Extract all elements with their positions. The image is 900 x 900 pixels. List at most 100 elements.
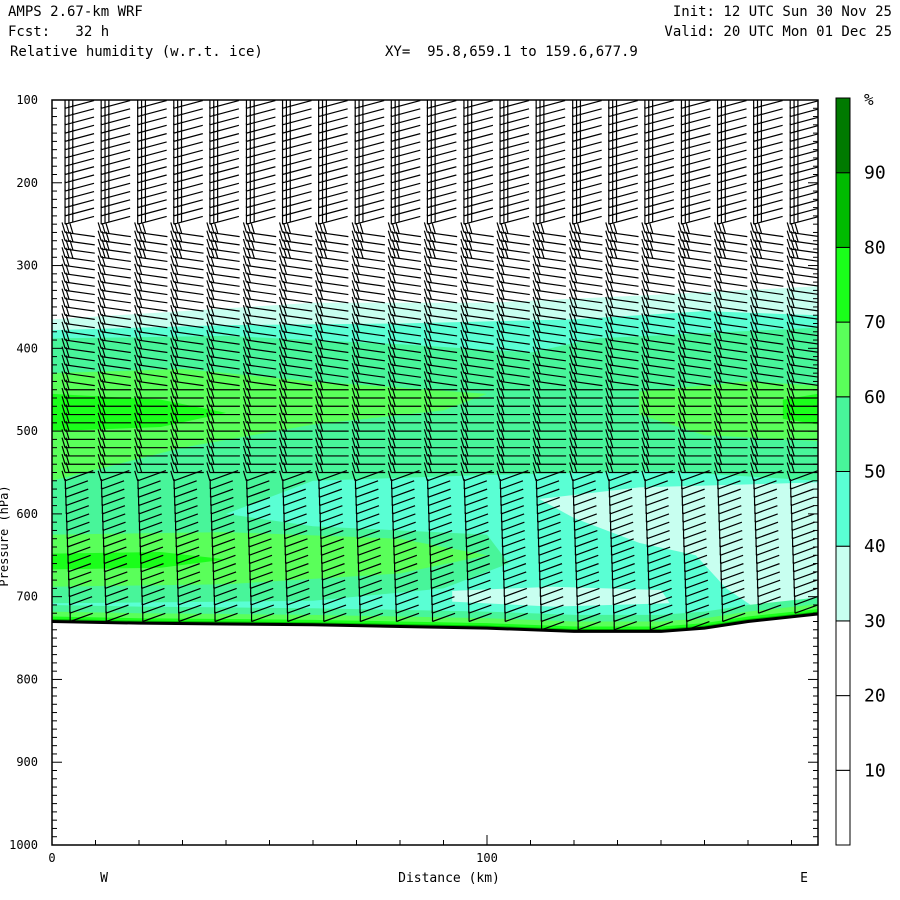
barb-staff [246, 240, 277, 246]
barb-staff [717, 248, 748, 254]
barb-staff [536, 273, 566, 279]
barb-staff [246, 289, 277, 296]
barb-staff [391, 298, 422, 304]
barb-staff [717, 281, 748, 287]
barb-staff [355, 256, 385, 263]
barb-staff [246, 264, 277, 271]
barb-staff [427, 264, 458, 271]
barb-staff [101, 264, 131, 271]
barb-staff [101, 248, 131, 254]
barb-staff [463, 248, 494, 254]
wind-barb [245, 212, 276, 225]
wind-barb [209, 212, 240, 225]
barb-staff [427, 248, 458, 254]
barb-staff [64, 298, 95, 304]
barb-staff [681, 281, 712, 287]
barb-staff [209, 248, 240, 254]
barb-staff [318, 248, 349, 254]
barb-staff [318, 273, 349, 279]
barb-staff [246, 273, 277, 279]
wind-barb [426, 212, 457, 225]
barb-staff [282, 248, 313, 254]
wind-barb [499, 212, 530, 225]
barb-staff [173, 256, 204, 263]
barb-staff [246, 231, 277, 238]
barb-staff [391, 264, 422, 271]
barb-staff [753, 264, 784, 271]
barb-staff [209, 256, 240, 263]
barb-staff [572, 273, 603, 279]
barb-staff [681, 273, 712, 279]
barb-staff [209, 289, 240, 296]
barb-staff [355, 231, 385, 238]
barb-staff [318, 240, 349, 246]
barb-staff [463, 289, 494, 296]
barb-staff [355, 281, 385, 287]
barb-staff [391, 248, 422, 254]
barb-staff [101, 273, 131, 279]
barb-staff [572, 281, 603, 287]
barb-staff [427, 281, 458, 287]
wind-barb [680, 212, 711, 225]
barb-staff [209, 240, 240, 246]
barb-staff [644, 281, 675, 287]
barb-staff [101, 231, 131, 238]
barb-staff [64, 306, 95, 312]
wind-barb [753, 212, 783, 225]
barb-staff [427, 289, 458, 296]
barb-staff [499, 289, 530, 296]
barb-staff [391, 256, 422, 263]
barb-staff [608, 231, 639, 238]
cross-section-chart: 10020030040050060070080090010000 100 Pres… [0, 90, 886, 886]
barb-staff [572, 289, 603, 296]
barb-staff [572, 231, 603, 238]
wind-barb [318, 212, 348, 225]
barb-staff [173, 248, 204, 254]
barb-staff [572, 256, 603, 263]
barb-staff [717, 231, 748, 238]
barb-staff [137, 256, 168, 263]
barb-staff [137, 306, 168, 312]
wind-barb [173, 212, 203, 225]
wind-barb [390, 212, 421, 225]
barb-staff [355, 248, 385, 254]
barb-staff [64, 248, 95, 254]
barb-staff [355, 240, 385, 246]
barb-staff [318, 298, 349, 304]
barb-staff [463, 273, 494, 279]
barb-staff [463, 281, 494, 287]
barb-staff [64, 273, 95, 279]
barb-staff [608, 289, 639, 296]
barb-staff [64, 264, 95, 271]
barb-staff [644, 256, 675, 263]
barb-staff [318, 289, 349, 296]
barb-staff [101, 306, 131, 312]
barb-staff [608, 256, 639, 263]
barb-staff [644, 273, 675, 279]
barb-staff [173, 273, 204, 279]
barb-staff [209, 298, 240, 304]
barb-staff [64, 256, 95, 263]
barb-staff [209, 281, 240, 287]
barb-staff [391, 231, 422, 238]
barb-staff [572, 264, 603, 271]
barb-staff [572, 248, 603, 254]
barb-staff [173, 240, 204, 246]
barb-staff [137, 289, 168, 296]
barb-staff [499, 256, 530, 263]
barb-staff [499, 281, 530, 287]
barb-staff [681, 240, 712, 246]
barb-staff [753, 281, 784, 287]
wind-barb [716, 212, 747, 225]
barb-staff [64, 289, 95, 296]
barb-staff [427, 256, 458, 263]
barb-staff [753, 231, 784, 238]
barb-staff [137, 298, 168, 304]
barb-staff [318, 256, 349, 263]
barb-staff [64, 240, 95, 246]
barb-staff [644, 248, 675, 254]
barb-staff [753, 248, 784, 254]
barb-staff [137, 231, 168, 238]
barb-staff [282, 264, 313, 271]
barb-staff [246, 248, 277, 254]
